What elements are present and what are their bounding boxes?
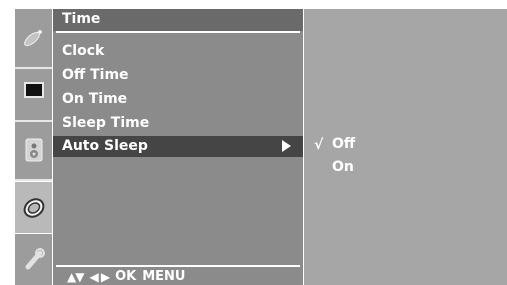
- menu-title: Time: [62, 11, 101, 27]
- ok-hint: OK: [115, 269, 137, 284]
- option-label: Off: [332, 136, 356, 152]
- menu-item-label: Clock: [62, 43, 105, 59]
- satellite-dish-icon[interactable]: [18, 23, 49, 53]
- check-mark-icon: √: [314, 137, 324, 153]
- menu-item-on-time[interactable]: On Time: [53, 89, 303, 110]
- clock-icon[interactable]: [15, 181, 52, 234]
- menu-item-auto-sleep[interactable]: Auto Sleep: [53, 136, 303, 157]
- menu-item-clock[interactable]: Clock: [53, 41, 303, 62]
- menu-item-off-time[interactable]: Off Time: [53, 65, 303, 86]
- navigation-hint-bar: ▲▼ ◀ ▶ OK MENU: [67, 269, 186, 284]
- speaker-icon[interactable]: [18, 135, 49, 165]
- title-divider: [56, 31, 300, 33]
- left-right-arrows-icon: ◀ ▶: [89, 269, 110, 284]
- menu-title-bar: Time: [53, 9, 303, 31]
- footer-divider: [56, 265, 300, 267]
- option-label: On: [332, 159, 354, 175]
- submenu-arrow-icon: [282, 140, 291, 152]
- menu-item-label: Off Time: [62, 67, 129, 83]
- icon-divider: [15, 120, 52, 122]
- picture-icon[interactable]: [18, 75, 49, 105]
- icon-divider: [15, 67, 52, 69]
- up-down-arrows-icon: ▲▼: [67, 269, 84, 284]
- tv-osd-screen: Time Clock Off Time On Time Sleep Time A…: [0, 0, 507, 285]
- menu-item-sleep-time[interactable]: Sleep Time: [53, 113, 303, 134]
- category-icon-column: [15, 9, 52, 285]
- time-menu-panel: Time Clock Off Time On Time Sleep Time A…: [52, 9, 303, 285]
- option-icon[interactable]: [18, 244, 49, 274]
- menu-item-label: Auto Sleep: [62, 138, 148, 154]
- auto-sleep-submenu: √ Off On: [303, 9, 507, 285]
- menu-hint: MENU: [142, 269, 186, 284]
- menu-item-label: On Time: [62, 91, 128, 107]
- menu-item-label: Sleep Time: [62, 115, 150, 131]
